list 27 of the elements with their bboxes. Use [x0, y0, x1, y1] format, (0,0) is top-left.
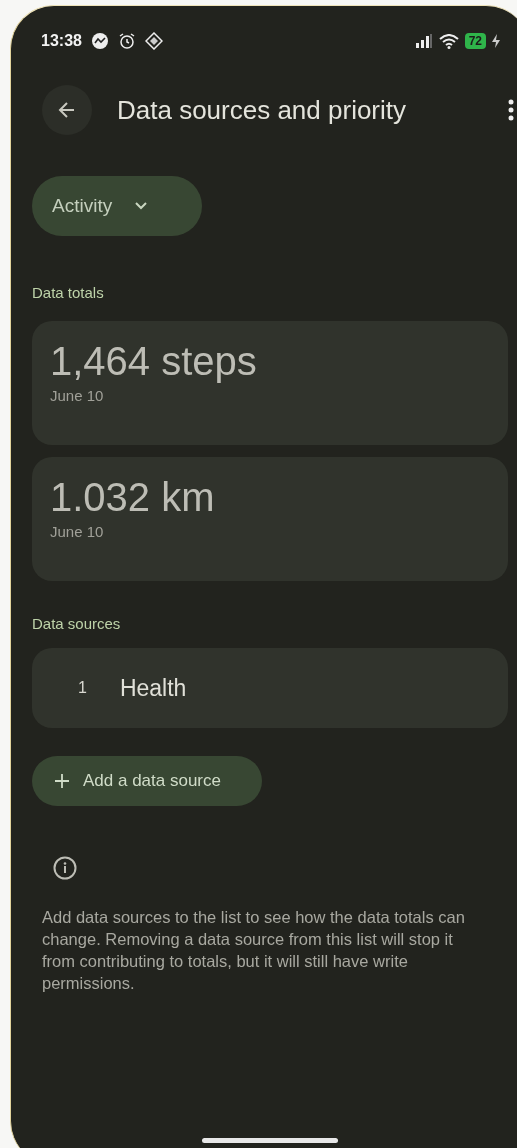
total-date: June 10	[50, 523, 105, 540]
signal-icon	[414, 34, 433, 48]
total-value: 1,464 steps	[50, 338, 258, 385]
source-rank: 1	[78, 679, 87, 697]
total-value: 1.032 km	[50, 474, 216, 521]
wifi-icon	[438, 33, 459, 49]
charging-bolt-icon	[492, 34, 500, 48]
section-heading: Data sources	[32, 615, 121, 632]
category-dropdown[interactable]: Activity	[32, 176, 202, 236]
add-source-button[interactable]: Add a data source	[32, 756, 262, 806]
back-button[interactable]	[42, 85, 92, 135]
alarm-clock-icon	[117, 32, 136, 50]
page-title: Data sources and priority	[117, 94, 407, 126]
plus-icon	[54, 773, 70, 789]
source-name: Health	[119, 674, 187, 702]
more-options-icon[interactable]	[508, 99, 514, 121]
total-date: June 10	[50, 387, 105, 404]
back-arrow-icon	[57, 100, 77, 120]
diamond-icon	[144, 32, 163, 50]
chevron-down-icon	[134, 201, 149, 211]
status-time: 13:38	[41, 32, 82, 50]
section-heading: Data totals	[32, 284, 104, 301]
chat-bubble-icon	[90, 32, 109, 50]
source-item[interactable]: 1 Health	[32, 648, 508, 728]
info-icon	[53, 856, 77, 880]
battery-indicator: 72	[464, 33, 486, 49]
info-text: Add data sources to the list to see how the data totals can change. Removing a data source from this list will stop it from contributing to totals, but it will still have write permissions.	[42, 907, 466, 994]
